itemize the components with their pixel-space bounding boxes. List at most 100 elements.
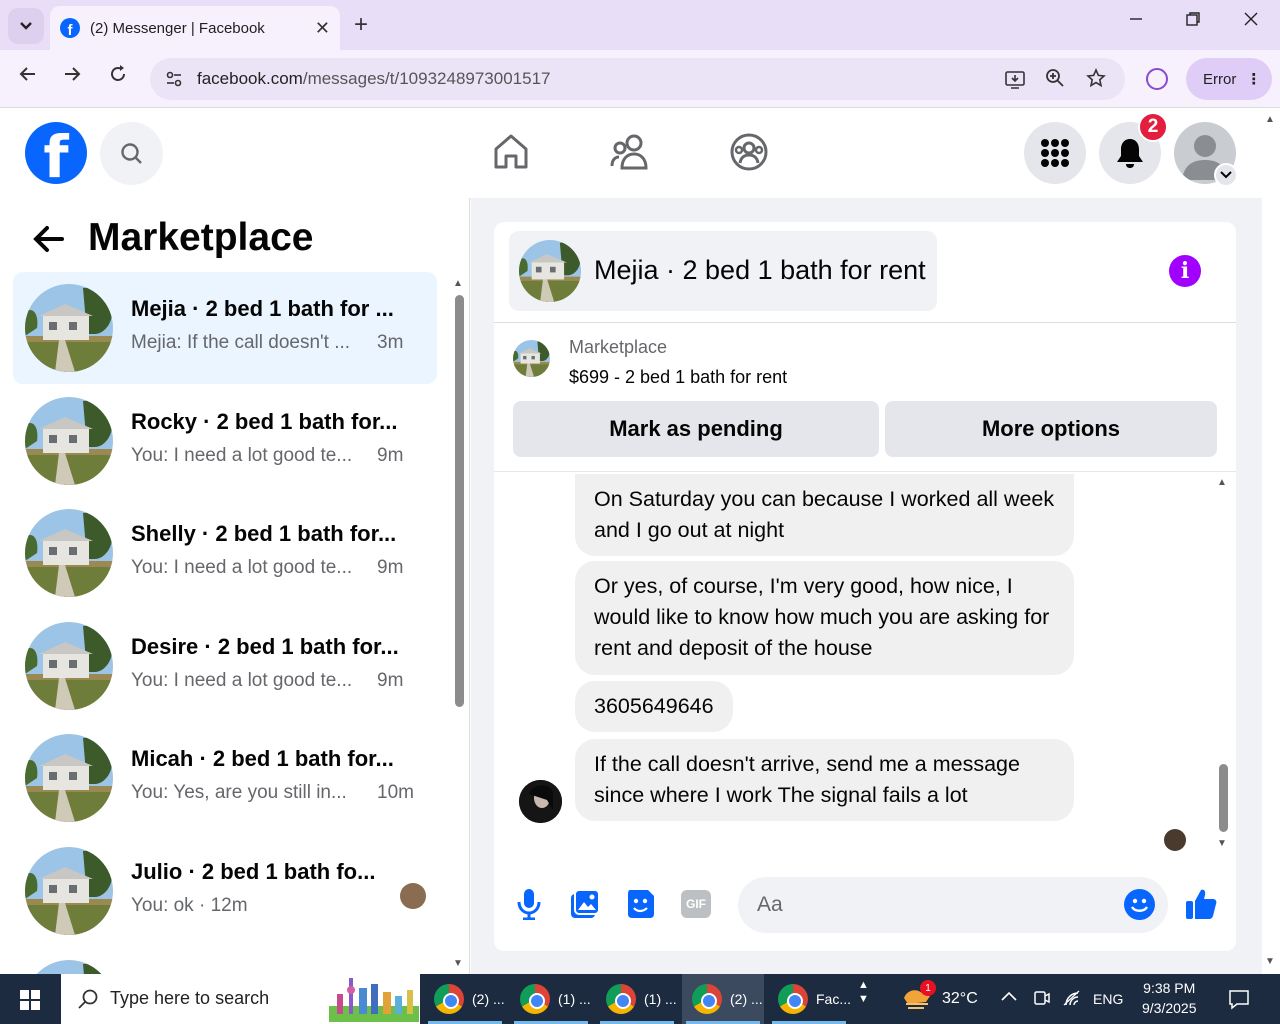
conversation-name: Mejia · 2 bed 1 bath for ...	[131, 296, 394, 321]
page-scrollbar[interactable]: ▲ ▼	[1262, 108, 1280, 974]
reload-icon[interactable]	[108, 64, 128, 90]
conversation-item[interactable]: Shelly · 2 bed 1 bath for... You: I need…	[13, 497, 437, 609]
info-icon[interactable]: i	[1169, 255, 1201, 287]
chat-title: Mejia · 2 bed 1 bath for rent	[594, 255, 926, 285]
taskbar-chrome-window[interactable]: Fac...	[768, 974, 851, 1024]
divider	[494, 471, 1236, 472]
new-tab-plus-icon[interactable]: +	[354, 11, 368, 39]
scroll-down-icon[interactable]: ▼	[453, 958, 463, 969]
search-button[interactable]	[100, 122, 163, 185]
forward-arrow-icon[interactable]	[62, 64, 82, 90]
taskbar-search-box[interactable]: Type here to search	[61, 974, 420, 1024]
facebook-header: f 2	[0, 108, 1262, 198]
zoom-icon[interactable]	[1045, 68, 1065, 93]
system-clock[interactable]: 9:38 PM 9/3/2025	[1142, 978, 1197, 1019]
mark-as-pending-button[interactable]: Mark as pending	[513, 401, 879, 457]
gif-icon[interactable]: GIF	[681, 890, 711, 918]
friends-icon[interactable]	[610, 132, 652, 177]
taskbar-app-label: (1) ...	[558, 991, 591, 1007]
site-settings-icon[interactable]	[164, 69, 184, 89]
listing-thumbnail	[25, 284, 113, 372]
conversation-time: 3m	[377, 332, 404, 353]
chrome-icon	[692, 984, 722, 1014]
conversation-preview: You: ok · 12m	[131, 895, 248, 916]
taskbar-chrome-window[interactable]: (2) ...	[682, 974, 764, 1024]
tab-search-button[interactable]	[8, 8, 44, 44]
temperature: 32°C	[942, 990, 978, 1007]
thumbs-up-icon[interactable]	[1184, 887, 1218, 926]
read-receipt-avatar	[1164, 829, 1186, 851]
sender-avatar[interactable]	[519, 780, 562, 823]
url-domain: facebook.com	[197, 69, 303, 88]
account-chevron-icon[interactable]	[1214, 163, 1238, 187]
taskbar-scroll-arrows-icon[interactable]: ▲ ▼	[858, 978, 869, 1007]
chat-window: Mejia · 2 bed 1 bath for rent i Marketpl…	[494, 222, 1236, 951]
chrome-icon	[778, 984, 808, 1014]
window-close-icon[interactable]	[1243, 10, 1259, 33]
menu-grid-button[interactable]	[1024, 122, 1086, 184]
chat-header[interactable]: Mejia · 2 bed 1 bath for rent	[509, 231, 937, 311]
scroll-up-icon[interactable]: ▲	[453, 278, 463, 289]
divider	[494, 322, 1236, 323]
notification-center-icon[interactable]	[1228, 988, 1250, 1015]
install-app-icon[interactable]	[1004, 68, 1026, 95]
message-bubble: Or yes, of course, I'm very good, how ni…	[575, 561, 1074, 675]
message-bubble: If the call doesn't arrive, send me a me…	[575, 739, 1074, 822]
search-icon	[120, 142, 142, 164]
bookmark-star-icon[interactable]	[1086, 68, 1106, 93]
more-options-button[interactable]: More options	[885, 401, 1217, 457]
conversation-item[interactable]: Micah · 2 bed 1 bath for... You: Yes, ar…	[13, 722, 437, 834]
meet-now-icon[interactable]	[1032, 989, 1050, 1014]
show-hidden-icons-icon[interactable]	[1000, 989, 1018, 1007]
back-arrow-icon	[33, 226, 64, 252]
conversation-item[interactable]: Desire · 2 bed 1 bath for... You: I need…	[13, 610, 437, 722]
emoji-icon[interactable]	[1124, 889, 1155, 920]
input-language[interactable]: ENG	[1093, 991, 1123, 1007]
tab-close-icon[interactable]: ✕	[315, 18, 330, 39]
minimize-icon[interactable]	[1128, 10, 1144, 33]
restore-icon[interactable]	[1185, 10, 1201, 33]
kebab-menu-icon: ⋮	[1246, 71, 1262, 88]
facebook-favicon-icon: f	[60, 18, 80, 38]
scroll-down-icon[interactable]: ▼	[1265, 956, 1275, 967]
messages-scrollbar[interactable]	[1219, 764, 1228, 832]
scroll-down-icon[interactable]: ▼	[1217, 838, 1227, 849]
message-input[interactable]: Aa	[738, 877, 1168, 933]
chrome-icon	[520, 984, 550, 1014]
microphone-icon[interactable]	[516, 888, 542, 925]
conversation-preview: You: I need a lot good te...	[131, 670, 353, 691]
photo-attach-icon[interactable]	[569, 888, 601, 925]
facebook-logo-icon[interactable]: f	[25, 122, 87, 184]
taskbar-app-label: (1) ...	[644, 991, 677, 1007]
listing-price: $699 - 2 bed 1 bath for rent	[569, 367, 788, 387]
back-arrow-icon[interactable]	[18, 64, 38, 90]
taskbar-chrome-window[interactable]: (2) ...	[424, 974, 506, 1024]
listing-thumbnail	[25, 397, 113, 485]
conversation-time: 9m	[377, 557, 404, 578]
taskbar-chrome-window[interactable]: (1) ...	[596, 974, 678, 1024]
browser-tab-messenger[interactable]: f (2) Messenger | Facebook ✕	[50, 6, 340, 50]
chrome-icon	[434, 984, 464, 1014]
conversation-item[interactable]: Rocky · 2 bed 1 bath for... You: I need …	[13, 385, 437, 497]
scroll-up-icon[interactable]: ▲	[1265, 114, 1275, 125]
scroll-up-icon[interactable]: ▲	[1217, 477, 1227, 488]
error-menu-button[interactable]: Error ⋮	[1186, 58, 1272, 100]
chrome-icon	[606, 984, 636, 1014]
conversation-scrollbar[interactable]	[455, 295, 464, 707]
conversation-item[interactable]	[13, 948, 437, 974]
conversation-item[interactable]: Mejia · 2 bed 1 bath for ... Mejia: If t…	[13, 272, 437, 384]
back-arrow-button[interactable]	[32, 220, 64, 262]
windows-start-icon[interactable]	[20, 990, 40, 1015]
listing-source-label: Marketplace	[569, 337, 668, 357]
home-icon[interactable]	[492, 132, 530, 177]
groups-icon[interactable]	[729, 132, 769, 177]
taskbar-chrome-window[interactable]: (1) ...	[510, 974, 592, 1024]
sticker-icon[interactable]	[626, 888, 656, 925]
conversation-item[interactable]: Julio · 2 bed 1 bath fo... You: ok · 12m	[13, 835, 437, 947]
browser-tab-bar: f (2) Messenger | Facebook ✕ +	[0, 0, 1280, 50]
conversation-preview: You: Yes, are you still in...	[131, 782, 347, 803]
browser-profile-icon[interactable]	[1146, 68, 1168, 90]
weather-icon[interactable]: 1	[902, 980, 936, 1017]
address-bar[interactable]: facebook.com/messages/t/1093248973001517	[150, 58, 1125, 100]
wifi-icon[interactable]	[1062, 989, 1082, 1012]
